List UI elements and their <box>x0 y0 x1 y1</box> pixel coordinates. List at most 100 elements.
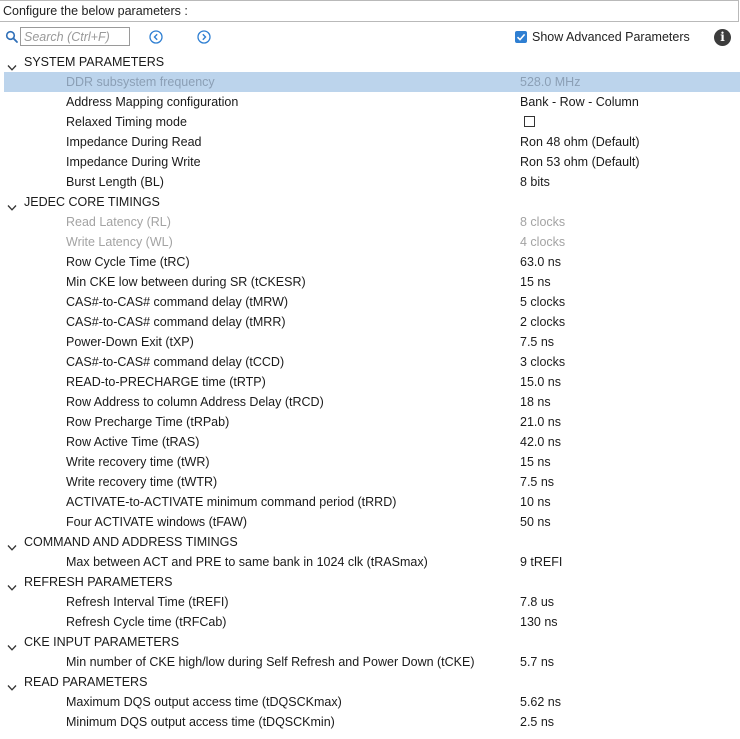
parameter-row[interactable]: Row Precharge Time (tRPab) 21.0 ns <box>0 412 740 432</box>
chevron-down-icon[interactable] <box>7 538 17 551</box>
show-advanced-label[interactable]: Show Advanced Parameters <box>532 30 690 44</box>
parameter-name: Burst Length (BL) <box>66 175 164 189</box>
checkmark-icon <box>516 33 526 41</box>
parameter-row[interactable]: Min number of CKE high/low during Self R… <box>0 652 740 672</box>
parameter-row[interactable]: Power-Down Exit (tXP) 7.5 ns <box>0 332 740 352</box>
parameter-value[interactable]: 10 ns <box>520 492 551 512</box>
section-header[interactable]: SYSTEM PARAMETERS <box>0 52 740 72</box>
search-icon[interactable] <box>5 30 19 44</box>
parameter-name: Max between ACT and PRE to same bank in … <box>66 555 428 569</box>
parameter-name: Write Latency (WL) <box>66 235 173 249</box>
configuration-header: Configure the below parameters : <box>0 0 739 22</box>
parameter-row[interactable]: CAS#-to-CAS# command delay (tMRR) 2 clock… <box>0 312 740 332</box>
section-header[interactable]: COMMAND AND ADDRESS TIMINGS <box>0 532 740 552</box>
section-header[interactable]: READ PARAMETERS <box>0 672 740 692</box>
parameter-value[interactable]: 5 clocks <box>520 292 565 312</box>
chevron-down-icon[interactable] <box>7 58 17 71</box>
parameter-name: CAS#-to-CAS# command delay (tMRR) <box>66 315 286 329</box>
parameter-value[interactable]: 130 ns <box>520 612 558 632</box>
parameter-value[interactable]: Ron 53 ohm (Default) <box>520 152 640 172</box>
parameter-value: 8 clocks <box>520 215 566 229</box>
parameter-value[interactable]: 2 clocks <box>520 312 565 332</box>
parameter-value[interactable]: 15 ns <box>520 452 551 472</box>
parameter-row[interactable]: Max between ACT and PRE to same bank in … <box>0 552 740 572</box>
parameter-row[interactable]: Row Address to column Address Delay (tRC… <box>0 392 740 412</box>
parameter-value[interactable]: 5.7 ns <box>520 652 554 672</box>
parameter-name: Impedance During Write <box>66 155 201 169</box>
parameter-row[interactable]: Read Latency (RL) 8 clocks <box>0 212 740 232</box>
parameter-name: ACTIVATE-to-ACTIVATE minimum command per… <box>66 495 397 509</box>
parameter-row[interactable]: Write recovery time (tWR) 15 ns <box>0 452 740 472</box>
section-header[interactable]: JEDEC CORE TIMINGS <box>0 192 740 212</box>
parameter-value[interactable]: Ron 48 ohm (Default) <box>520 132 640 152</box>
chevron-left-icon <box>149 30 163 44</box>
chevron-down-icon[interactable] <box>7 578 17 591</box>
parameter-row[interactable]: Write recovery time (tWTR) 7.5 ns <box>0 472 740 492</box>
parameter-row[interactable]: Row Cycle Time (tRC) 63.0 ns <box>0 252 740 272</box>
parameter-name: Read Latency (RL) <box>66 215 171 229</box>
section-title: JEDEC CORE TIMINGS <box>24 195 160 209</box>
parameter-value[interactable]: 15.0 ns <box>520 372 561 392</box>
parameter-name: Power-Down Exit (tXP) <box>66 335 194 349</box>
parameter-name: CAS#-to-CAS# command delay (tMRW) <box>66 295 289 309</box>
parameter-row[interactable]: CAS#-to-CAS# command delay (tMRW) 5 clock… <box>0 292 740 312</box>
parameter-row[interactable]: CAS#-to-CAS# command delay (tCCD) 3 clock… <box>0 352 740 372</box>
parameter-value[interactable]: 7.8 us <box>520 592 554 612</box>
parameter-name: READ-to-PRECHARGE time (tRTP) <box>66 375 266 389</box>
parameter-row[interactable]: Impedance During Read Ron 48 ohm (Default… <box>0 132 740 152</box>
chevron-right-icon <box>197 30 211 44</box>
parameter-value[interactable]: 8 bits <box>520 172 550 192</box>
parameter-row[interactable]: Minimum DQS output access time (tDQSCKmi… <box>0 712 740 732</box>
parameter-row[interactable]: READ-to-PRECHARGE time (tRTP) 15.0 ns <box>0 372 740 392</box>
parameter-row[interactable]: Address Mapping configuration Bank - Row … <box>0 92 740 112</box>
section-title: CKE INPUT PARAMETERS <box>24 635 180 649</box>
parameter-row[interactable]: Refresh Interval Time (tREFI) 7.8 us <box>0 592 740 612</box>
parameter-row[interactable]: ACTIVATE-to-ACTIVATE minimum command per… <box>0 492 740 512</box>
parameter-row[interactable]: Min CKE low between during SR (tCKESR) 15… <box>0 272 740 292</box>
info-icon[interactable]: i <box>714 29 731 46</box>
relaxed-timing-checkbox[interactable] <box>524 116 535 127</box>
show-advanced-checkbox[interactable] <box>515 31 527 43</box>
parameter-row[interactable]: Write Latency (WL) 4 clocks <box>0 232 740 252</box>
parameter-value: 4 clocks <box>520 235 566 249</box>
parameter-value[interactable]: 3 clocks <box>520 352 565 372</box>
next-match-button[interactable] <box>197 30 211 44</box>
section-header[interactable]: CKE INPUT PARAMETERS <box>0 632 740 652</box>
parameter-value[interactable]: 63.0 ns <box>520 252 561 272</box>
parameter-value[interactable]: 5.62 ns <box>520 692 561 712</box>
parameter-value[interactable]: 2.5 ns <box>520 712 554 732</box>
parameter-row[interactable]: Burst Length (BL) 8 bits <box>0 172 740 192</box>
parameter-name: Min number of CKE high/low during Self R… <box>66 655 475 669</box>
parameter-name: Write recovery time (tWR) <box>66 455 210 469</box>
chevron-down-icon[interactable] <box>7 198 17 211</box>
parameter-value[interactable]: 21.0 ns <box>520 412 561 432</box>
chevron-down-icon[interactable] <box>7 678 17 691</box>
parameter-row[interactable]: Impedance During Write Ron 53 ohm (Defaul… <box>0 152 740 172</box>
parameter-row[interactable]: Four ACTIVATE windows (tFAW) 50 ns <box>0 512 740 532</box>
section-header[interactable]: REFRESH PARAMETERS <box>0 572 740 592</box>
parameter-value[interactable]: 7.5 ns <box>520 332 554 352</box>
parameter-name: Relaxed Timing mode <box>66 115 187 129</box>
section-title: SYSTEM PARAMETERS <box>24 55 165 69</box>
parameter-name: Impedance During Read <box>66 135 202 149</box>
parameter-name: Minimum DQS output access time (tDQSCKmi… <box>66 715 335 729</box>
parameter-row[interactable]: Maximum DQS output access time (tDQSCKma… <box>0 692 740 712</box>
parameter-row[interactable]: Refresh Cycle time (tRFCab) 130 ns <box>0 612 740 632</box>
parameter-name: Row Precharge Time (tRPab) <box>66 415 230 429</box>
parameter-value[interactable]: 18 ns <box>520 392 551 412</box>
section-title: READ PARAMETERS <box>24 675 148 689</box>
parameter-row[interactable]: Relaxed Timing mode <box>0 112 740 132</box>
parameter-row[interactable]: Row Active Time (tRAS) 42.0 ns <box>0 432 740 452</box>
chevron-down-icon[interactable] <box>7 638 17 651</box>
parameter-value[interactable]: 50 ns <box>520 512 551 532</box>
previous-match-button[interactable] <box>149 30 163 44</box>
parameter-value[interactable]: 7.5 ns <box>520 472 554 492</box>
parameter-value[interactable]: 42.0 ns <box>520 432 561 452</box>
parameter-value[interactable]: Bank - Row - Column <box>520 92 639 112</box>
parameter-row[interactable]: DDR subsystem frequency 528.0 MHz <box>4 72 740 92</box>
parameter-value[interactable]: 15 ns <box>520 272 551 292</box>
parameter-name: Write recovery time (tWTR) <box>66 475 218 489</box>
search-input[interactable] <box>20 27 130 46</box>
parameter-value: 528.0 MHz <box>520 75 581 89</box>
parameter-value[interactable]: 9 tREFI <box>520 552 562 572</box>
